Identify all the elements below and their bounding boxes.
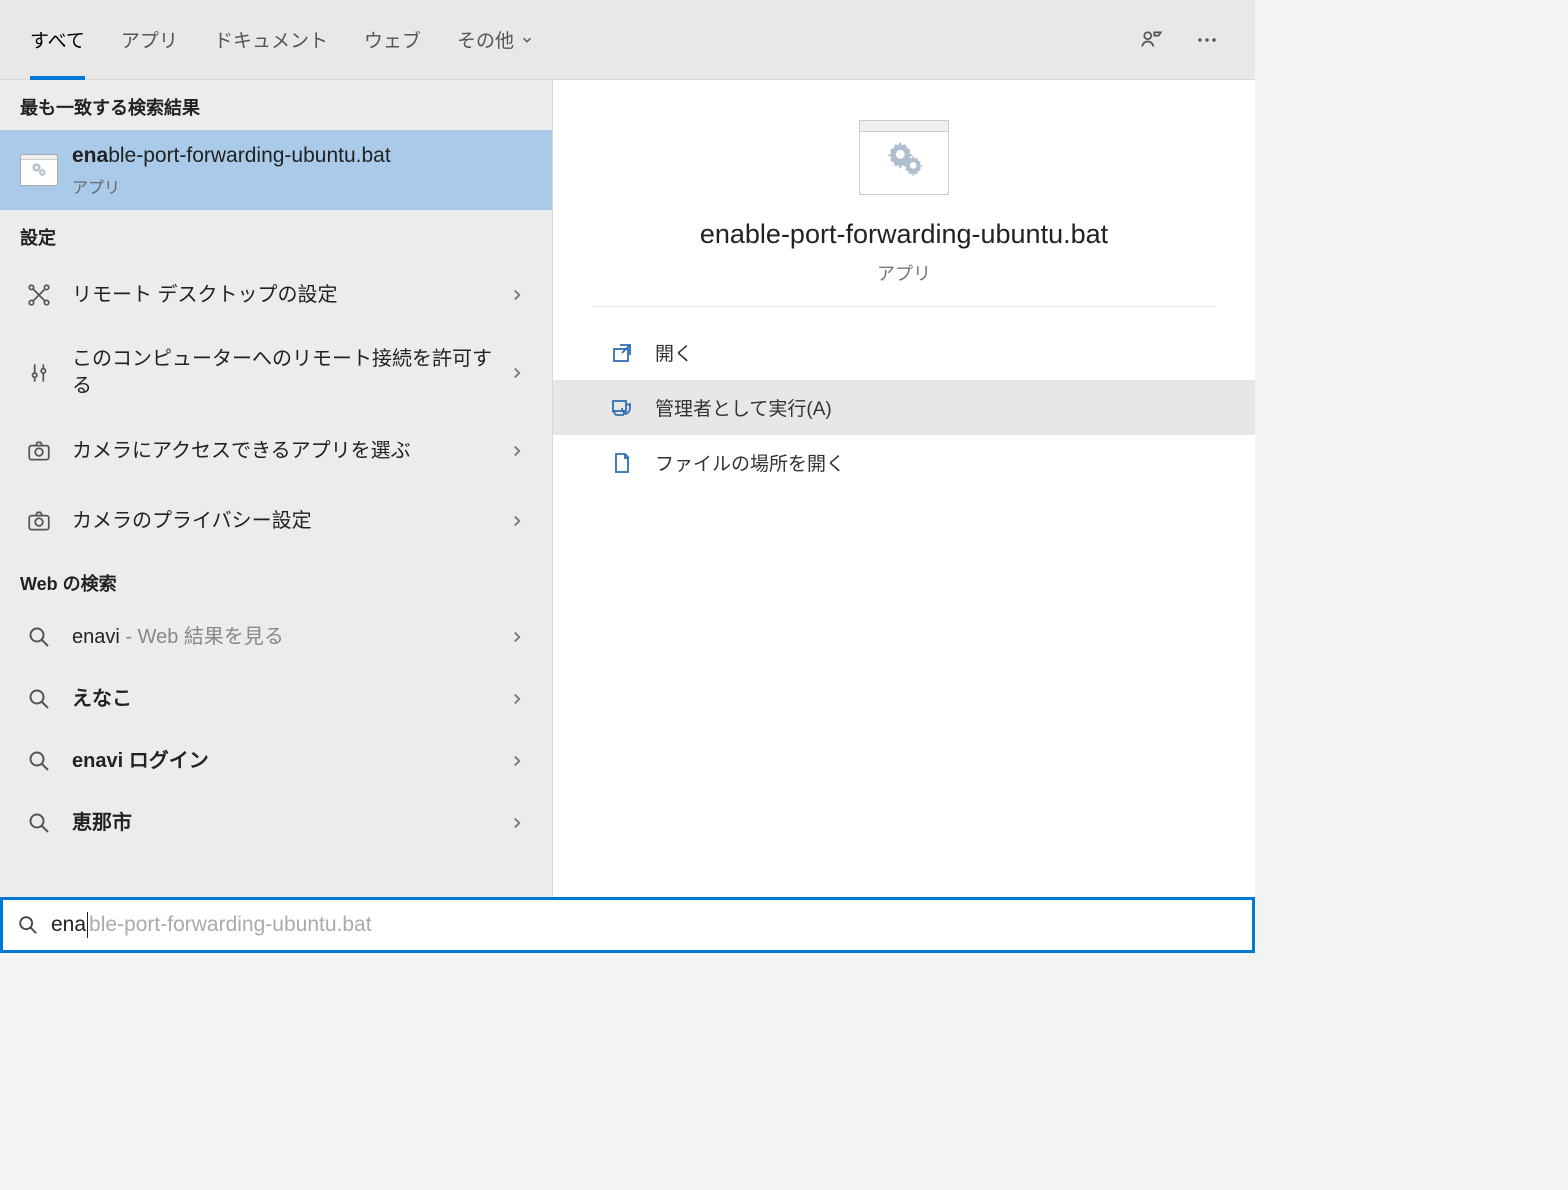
preview-header: enable-port-forwarding-ubuntu.bat アプリ xyxy=(593,80,1215,307)
section-web-search: Web の検索 xyxy=(0,556,552,606)
action-open-location-label: ファイルの場所を開く xyxy=(655,449,845,476)
tab-all[interactable]: すべて xyxy=(12,0,103,80)
tab-documents-label: ドキュメント xyxy=(214,26,328,53)
setting-label: このコンピューターへのリモート接続を許可する xyxy=(72,346,508,400)
action-open-location[interactable]: ファイルの場所を開く xyxy=(553,435,1255,490)
tab-all-label: すべて xyxy=(30,26,85,53)
best-match-body: enable-port-forwarding-ubuntu.bat アプリ xyxy=(72,142,532,198)
web-result-enako[interactable]: えなこ xyxy=(0,668,552,730)
chevron-right-icon xyxy=(508,628,532,646)
web-label: enavi - Web 結果を見る xyxy=(72,624,508,651)
folder-location-icon xyxy=(609,450,635,476)
tab-documents[interactable]: ドキュメント xyxy=(196,0,346,80)
preview-pane: enable-port-forwarding-ubuntu.bat アプリ 開く… xyxy=(553,80,1255,897)
best-match-prefix: ena xyxy=(72,144,108,167)
search-typed: ena xyxy=(51,913,86,937)
preview-actions: 開く 管理者として実行(A) ファイルの場所を開く xyxy=(553,325,1255,490)
content: 最も一致する検索結果 enable-port-forwarding-ubuntu… xyxy=(0,80,1255,897)
search-icon xyxy=(20,680,58,718)
setting-camera-apps[interactable]: カメラにアクセスできるアプリを選ぶ xyxy=(0,416,552,486)
setting-label: カメラにアクセスできるアプリを選ぶ xyxy=(72,438,508,465)
web-label: enavi ログイン xyxy=(72,748,508,775)
results-pane: 最も一致する検索結果 enable-port-forwarding-ubuntu… xyxy=(0,80,553,897)
action-run-admin[interactable]: 管理者として実行(A) xyxy=(553,380,1255,435)
preview-subtitle: アプリ xyxy=(613,260,1195,286)
text-caret xyxy=(87,912,88,938)
search-icon xyxy=(17,914,39,936)
tabs-left: すべて アプリ ドキュメント ウェブ その他 xyxy=(12,0,552,80)
best-match-title: enable-port-forwarding-ubuntu.bat xyxy=(72,142,532,170)
web-label: えなこ xyxy=(72,686,508,713)
camera-icon xyxy=(20,432,58,470)
search-icon xyxy=(20,742,58,780)
best-match-subtitle: アプリ xyxy=(72,174,532,198)
action-open[interactable]: 開く xyxy=(553,325,1255,380)
section-best-match: 最も一致する検索結果 xyxy=(0,80,552,130)
setting-remote-desktop[interactable]: リモート デスクトップの設定 xyxy=(0,260,552,330)
chevron-down-icon xyxy=(520,33,534,47)
section-settings: 設定 xyxy=(0,210,552,260)
tabs-bar: すべて アプリ ドキュメント ウェブ その他 xyxy=(0,0,1255,80)
tab-apps-label: アプリ xyxy=(121,26,178,53)
tab-apps[interactable]: アプリ xyxy=(103,0,196,80)
chevron-right-icon xyxy=(508,286,532,304)
chevron-right-icon xyxy=(508,442,532,460)
tab-more-label: その他 xyxy=(457,26,514,53)
action-open-label: 開く xyxy=(655,339,693,366)
chevron-right-icon xyxy=(508,752,532,770)
network-icon xyxy=(20,276,58,314)
feedback-icon[interactable] xyxy=(1137,26,1165,54)
action-run-admin-label: 管理者として実行(A) xyxy=(655,394,832,421)
tabs-right xyxy=(1137,26,1243,54)
bat-file-icon xyxy=(20,151,58,189)
search-icon xyxy=(20,804,58,842)
chevron-right-icon xyxy=(508,512,532,530)
search-autocomplete: ble-port-forwarding-ubuntu.bat xyxy=(89,913,372,937)
camera-icon xyxy=(20,502,58,540)
chevron-right-icon xyxy=(508,364,532,382)
tools-icon xyxy=(20,354,58,392)
search-bar[interactable]: enable-port-forwarding-ubuntu.bat xyxy=(0,897,1255,953)
web-result-enashi[interactable]: 恵那市 xyxy=(0,792,552,854)
chevron-right-icon xyxy=(508,690,532,708)
chevron-right-icon xyxy=(508,814,532,832)
best-match-item[interactable]: enable-port-forwarding-ubuntu.bat アプリ xyxy=(0,130,552,210)
open-icon xyxy=(609,340,635,366)
preview-title: enable-port-forwarding-ubuntu.bat xyxy=(613,219,1195,250)
more-options-icon[interactable] xyxy=(1193,26,1221,54)
web-label: 恵那市 xyxy=(72,810,508,837)
tab-web[interactable]: ウェブ xyxy=(346,0,439,80)
best-match-rest: ble-port-forwarding-ubuntu.bat xyxy=(108,144,391,167)
setting-allow-remote[interactable]: このコンピューターへのリモート接続を許可する xyxy=(0,330,552,416)
setting-label: カメラのプライバシー設定 xyxy=(72,508,508,535)
shield-admin-icon xyxy=(609,395,635,421)
search-input[interactable]: enable-port-forwarding-ubuntu.bat xyxy=(51,900,1238,950)
search-icon xyxy=(20,618,58,656)
tab-web-label: ウェブ xyxy=(364,26,421,53)
setting-label: リモート デスクトップの設定 xyxy=(72,282,508,309)
web-result-enavi[interactable]: enavi - Web 結果を見る xyxy=(0,606,552,668)
web-result-enavi-login[interactable]: enavi ログイン xyxy=(0,730,552,792)
tab-more[interactable]: その他 xyxy=(439,0,552,80)
setting-camera-privacy[interactable]: カメラのプライバシー設定 xyxy=(0,486,552,556)
bat-file-large-icon xyxy=(859,120,949,195)
